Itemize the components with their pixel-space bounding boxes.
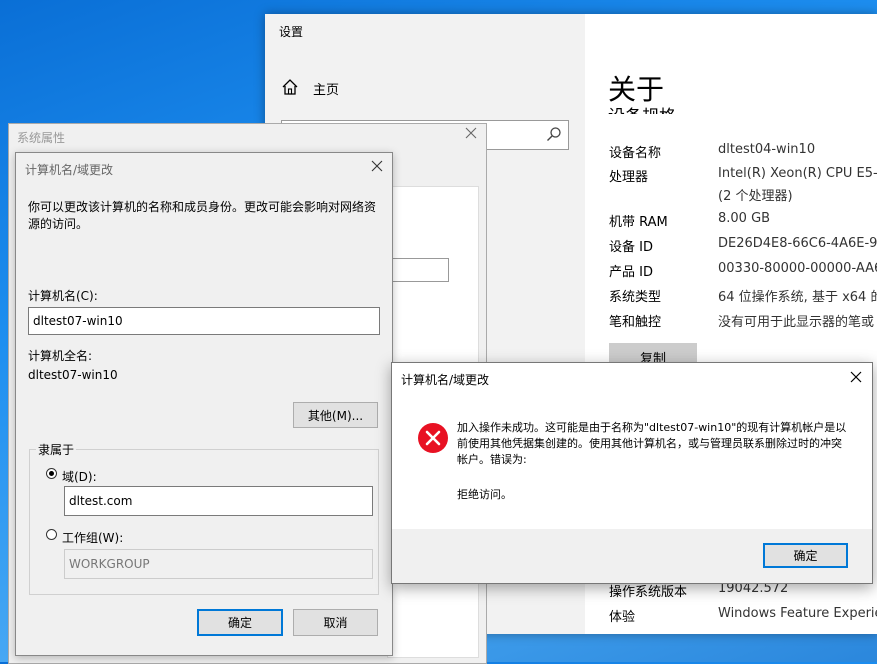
- spec-label: 机带 RAM: [609, 215, 668, 230]
- close-icon[interactable]: [849, 370, 863, 384]
- domain-label[interactable]: 域(D):: [62, 468, 97, 485]
- spec-value: DE26D4E8-66C6-4A6E-9F: [718, 236, 877, 251]
- cancel-button[interactable]: 取消: [293, 609, 378, 636]
- computer-name-dialog: 计算机名/域更改 你可以更改该计算机的名称和成员身份。更改可能会影响对网络资源的…: [15, 152, 393, 656]
- nav-home-label[interactable]: 主页: [313, 79, 339, 98]
- more-button[interactable]: 其他(M)...: [293, 402, 378, 428]
- full-computer-name-value: dltest07-win10: [28, 368, 118, 382]
- spec-value: (2 个处理器): [718, 189, 793, 204]
- workgroup-label[interactable]: 工作组(W):: [62, 529, 123, 546]
- workgroup-input: [64, 549, 373, 579]
- spec-value: Windows Feature Experien: [718, 606, 877, 621]
- spec-label: 产品 ID: [609, 265, 653, 280]
- spec-value: 没有可用于此显示器的笔或: [718, 315, 875, 330]
- spec-value: 8.00 GB: [718, 211, 771, 226]
- error-icon: [418, 423, 448, 453]
- spec-value: dltest04-win10: [718, 142, 816, 157]
- dialog-description: 你可以更改该计算机的名称和成员身份。更改可能会影响对网络资源的访问。: [28, 200, 377, 231]
- spec-label: 设备名称: [609, 146, 662, 161]
- system-properties-title: 系统属性: [17, 131, 66, 145]
- device-specs-heading: 设备规格: [608, 102, 676, 114]
- dialog-title: 计算机名/域更改: [25, 163, 114, 177]
- computer-name-label: 计算机名(C):: [28, 289, 98, 303]
- spec-value: 64 位操作系统, 基于 x64 的: [718, 290, 877, 305]
- workgroup-radio[interactable]: [46, 529, 57, 540]
- home-icon[interactable]: [281, 78, 299, 96]
- spec-value: Intel(R) Xeon(R) CPU E5-2: [718, 166, 877, 181]
- computer-name-input[interactable]: [28, 307, 380, 335]
- computer-description-field[interactable]: [387, 258, 449, 282]
- search-icon: [547, 127, 561, 141]
- spec-value: 00330-80000-00000-AA63: [718, 261, 877, 276]
- spec-label: 体验: [609, 610, 636, 625]
- spec-label: 处理器: [609, 170, 649, 185]
- error-message: 加入操作未成功。这可能是由于名称为"dltest07-win10"的现有计算机帐…: [457, 421, 847, 466]
- error-ok-button[interactable]: 确定: [763, 543, 848, 568]
- error-dialog-title: 计算机名/域更改: [401, 373, 490, 387]
- spec-label: 设备 ID: [609, 240, 653, 255]
- domain-input[interactable]: [64, 486, 373, 516]
- settings-window-title: 设置: [279, 25, 304, 39]
- spec-label: 系统类型: [609, 290, 662, 305]
- close-icon[interactable]: [464, 126, 478, 140]
- error-detail: 拒绝访问。: [457, 488, 512, 501]
- domain-radio[interactable]: [46, 468, 57, 479]
- full-computer-name-label: 计算机全名:: [28, 349, 93, 363]
- member-of-label: 隶属于: [36, 441, 77, 458]
- ok-button[interactable]: 确定: [197, 609, 283, 636]
- error-dialog: 计算机名/域更改 加入操作未成功。这可能是由于名称为"dltest07-win1…: [391, 362, 873, 584]
- close-icon[interactable]: [370, 159, 384, 173]
- spec-label: 笔和触控: [609, 315, 662, 330]
